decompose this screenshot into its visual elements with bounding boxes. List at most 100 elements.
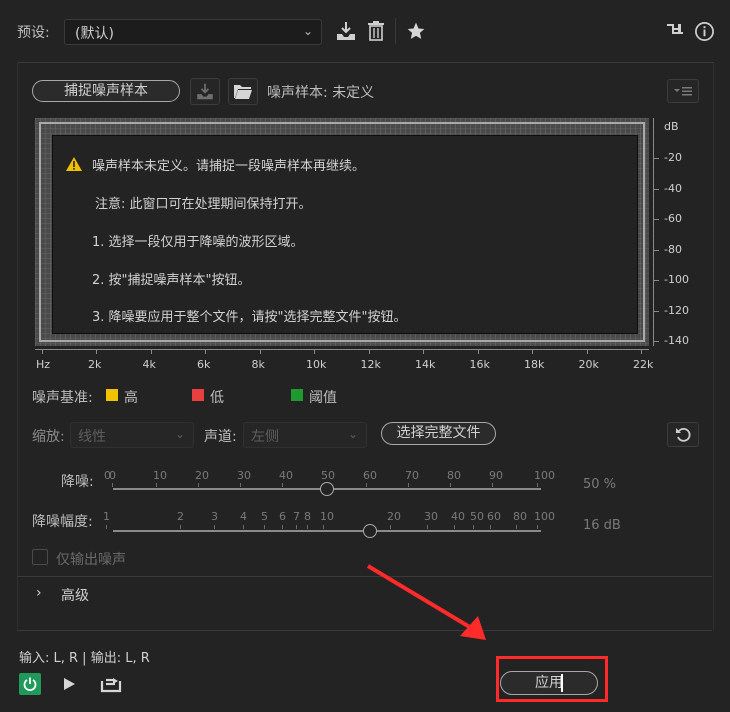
slider-tick-label: 2 [177, 510, 184, 523]
slider-tick-label: 30 [424, 510, 438, 523]
slider-tick-label: 1 [103, 510, 110, 523]
preset-dropdown[interactable]: (默认) ⌄ [64, 19, 322, 45]
loop-icon[interactable] [100, 675, 122, 693]
favorite-star-icon[interactable] [406, 21, 426, 41]
slider-tick-label: 60 [487, 510, 501, 523]
save-preset-icon[interactable] [335, 20, 357, 42]
x-axis-tick [314, 349, 315, 354]
reset-icon [676, 427, 691, 442]
info-icon[interactable] [694, 21, 715, 42]
channel-dropdown[interactable]: 左侧 ⌄ [243, 422, 367, 448]
slider-tick-label: 80 [447, 469, 461, 482]
x-axis-tick [150, 349, 152, 354]
y-axis-tick-label: -20 [664, 151, 682, 164]
slider-tick [156, 483, 157, 487]
slider-tick-label: 10 [320, 510, 334, 523]
slider-tick [492, 483, 493, 487]
noise-reduction-value[interactable]: 50 % [583, 477, 616, 492]
slider-tick-label: 10 [153, 469, 167, 482]
power-button[interactable] [19, 673, 41, 695]
legend-label: 低 [210, 390, 224, 406]
x-axis-tick-label: 12k [360, 358, 381, 371]
y-axis-unit: dB [664, 120, 679, 133]
x-axis-tick-label: 10k [306, 358, 327, 371]
slider-tick [106, 525, 107, 529]
x-axis-tick [205, 349, 206, 354]
select-full-file-button[interactable]: 选择完整文件 [381, 422, 496, 445]
preset-label: 预设: [17, 25, 50, 41]
y-axis-tick [653, 188, 659, 190]
x-axis-tick-label: Hz [36, 358, 51, 371]
x-axis-tick [477, 349, 479, 354]
open-noise-print-button[interactable] [228, 78, 258, 105]
reset-button[interactable] [667, 422, 699, 447]
slider-tick-label: 0 [109, 469, 116, 482]
graph-menu-button[interactable] [667, 79, 699, 103]
noise-print-status: 噪声样本: 未定义 [267, 85, 375, 101]
scale-label: 缩放: [32, 429, 65, 445]
slider-tick-label: 40 [279, 469, 293, 482]
x-axis-tick-label: 2k [88, 358, 102, 371]
slider-tick [264, 525, 265, 529]
legend-swatch [291, 389, 303, 401]
slider-tick [537, 525, 538, 529]
x-axis-tick [259, 349, 261, 354]
io-status: 输入: L, R | 输出: L, R [19, 651, 150, 666]
advanced-chevron-icon[interactable]: › [36, 585, 42, 601]
slider-tick-label: 4 [240, 510, 247, 523]
channel-value: 左侧 [251, 429, 279, 445]
slider-tick-label: 3 [211, 510, 218, 523]
preview-play-icon[interactable] [62, 677, 76, 691]
scale-value: 线性 [78, 429, 106, 445]
routing-icon[interactable] [666, 22, 684, 40]
chevron-down-icon: ⌄ [174, 427, 185, 441]
delete-preset-icon[interactable] [366, 20, 386, 42]
preset-value: (默认) [75, 26, 114, 42]
slider-tick [112, 483, 113, 487]
reduce-by-track[interactable] [113, 530, 541, 532]
slider-tick [296, 525, 297, 529]
slider-tick [282, 525, 283, 529]
advanced-toggle[interactable]: 高级 [61, 585, 89, 605]
slider-tick [282, 483, 283, 487]
slider-tick [537, 483, 538, 487]
reduce-by-label: 降噪幅度: [32, 514, 93, 530]
annotation-arrow-icon [366, 564, 486, 640]
y-axis-tick-label: -40 [664, 181, 682, 195]
reduce-by-knob[interactable] [363, 524, 377, 538]
folder-icon [234, 85, 252, 99]
notice-box: 噪声样本未定义。请捕捉一段噪声样本再继续。 注意: 此窗口可在处理期间保持打开。… [52, 135, 638, 334]
slider-tick [198, 483, 199, 487]
noise-floor-label: 噪声基准: [32, 390, 93, 406]
slider-tick [473, 525, 474, 529]
scale-dropdown[interactable]: 线性 ⌄ [70, 422, 194, 448]
x-axis-tick [423, 349, 424, 354]
noise-reduction-knob[interactable] [320, 482, 334, 496]
x-axis-tick-label: 6k [197, 358, 211, 371]
x-axis-tick-label: 16k [469, 358, 490, 371]
y-axis [653, 118, 654, 346]
reduce-by-value[interactable]: 16 dB [583, 518, 621, 533]
slider-tick [240, 483, 241, 487]
slider-tick [366, 483, 367, 487]
import-noise-print-button[interactable] [190, 78, 220, 105]
y-axis-tick [653, 310, 659, 312]
slider-tick-label: 30 [237, 469, 251, 482]
notice-line-2: 注意: 此窗口可在处理期间保持打开。 [95, 197, 312, 212]
legend-label: 高 [124, 390, 138, 406]
slider-tick-label: 100 [534, 510, 555, 523]
slider-tick [516, 525, 517, 529]
x-axis-tick [641, 349, 642, 354]
slider-tick-label: 7 [293, 510, 300, 523]
x-axis-tick-label: 4k [142, 358, 156, 371]
chevron-down-icon: ⌄ [347, 427, 358, 441]
notice-line-4: 2. 按"捕捉噪声样本"按钮。 [92, 273, 251, 288]
capture-noise-print-button[interactable]: 捕捉噪声样本 [32, 80, 180, 102]
channel-label: 声道: [204, 429, 237, 445]
x-axis [35, 349, 649, 350]
slider-tick-label: 20 [195, 469, 209, 482]
y-axis-tick-label: -80 [664, 242, 682, 256]
x-axis-tick [532, 349, 533, 354]
x-axis-tick [96, 349, 97, 354]
output-noise-only-checkbox[interactable] [32, 549, 48, 565]
